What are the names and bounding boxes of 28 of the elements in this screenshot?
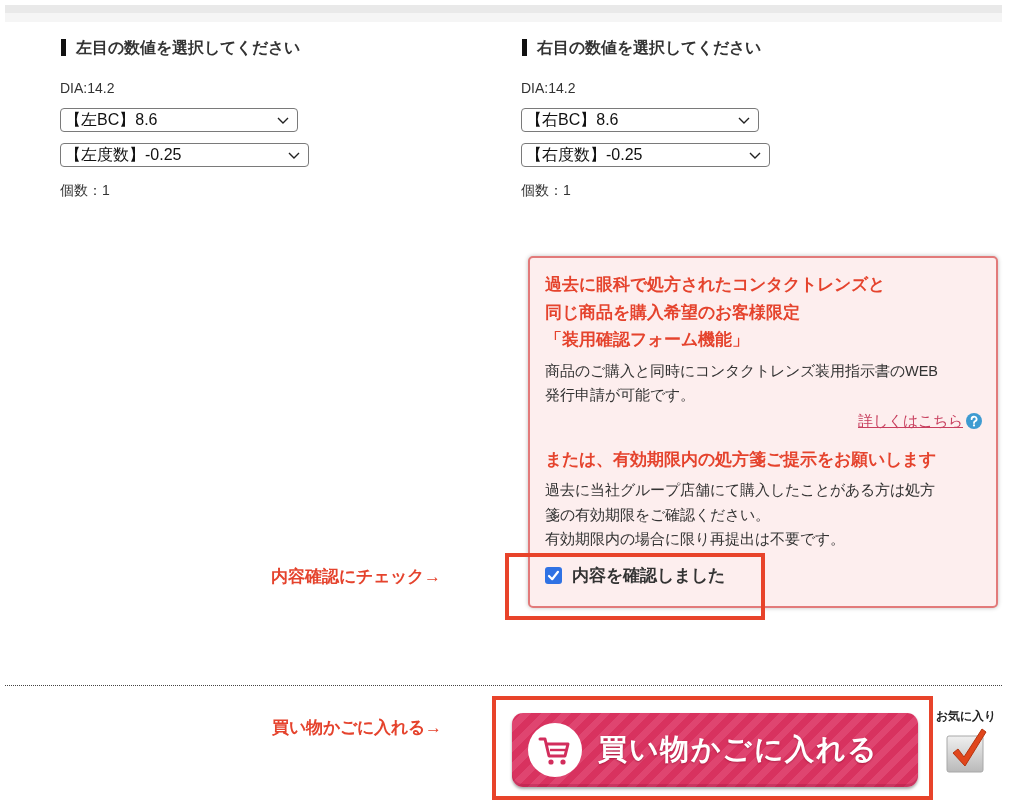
callout-text: 買い物かごに入れる→ (272, 717, 443, 739)
cart-icon (528, 723, 582, 777)
checkbox[interactable] (545, 567, 562, 584)
callout-text: 内容確認にチェック→ (271, 566, 441, 588)
notice-heading: または、有効期限内の処方箋ご提示をお願いします (545, 448, 936, 471)
chevron-down-icon (738, 116, 750, 124)
dia-label: DIA:14.2 (521, 80, 576, 96)
dia-label: DIA:14.2 (60, 80, 115, 96)
chevron-down-icon (277, 116, 289, 124)
checkmark-icon[interactable] (945, 726, 987, 774)
lens-dropdown[interactable]: 【左度数】-0.25 (60, 143, 309, 167)
help-icon[interactable] (966, 412, 982, 429)
quantity-label: 個数：1 (521, 182, 571, 198)
lens-dropdown[interactable]: 【左BC】8.6 (60, 108, 298, 132)
add-to-cart-button[interactable]: 買い物かごに入れる (512, 713, 918, 787)
lens-dropdown[interactable]: 【右度数】-0.25 (521, 143, 770, 167)
details-link[interactable]: 詳しくはこちら (858, 410, 963, 431)
section-heading: 左目の数値を選択してください (61, 39, 300, 56)
checkbox-label: 内容を確認しました (572, 564, 725, 586)
quantity-label: 個数：1 (60, 182, 110, 198)
chevron-down-icon (288, 151, 300, 159)
favorite-label: お気に入り (936, 709, 996, 724)
lens-dropdown[interactable]: 【右BC】8.6 (521, 108, 759, 132)
chevron-down-icon (749, 151, 761, 159)
notice-text: 過去に当社グループ店舗にて購入したことがある方は処方 箋の有効期限をご確認ください。 有効期限内の場合に限り再提出は不要です。 (545, 481, 935, 549)
notice-text: 商品のご購入と同時にコンタクトレンズ装用指示書のWEB 発行申請が可能です。 (545, 361, 939, 405)
section-heading: 右目の数値を選択してください (522, 39, 761, 56)
notice-heading: 過去に眼科で処方されたコンタクトレンズと 同じ商品を購入希望のお客様限定 「装用確認フォーム機能」 (545, 274, 885, 350)
